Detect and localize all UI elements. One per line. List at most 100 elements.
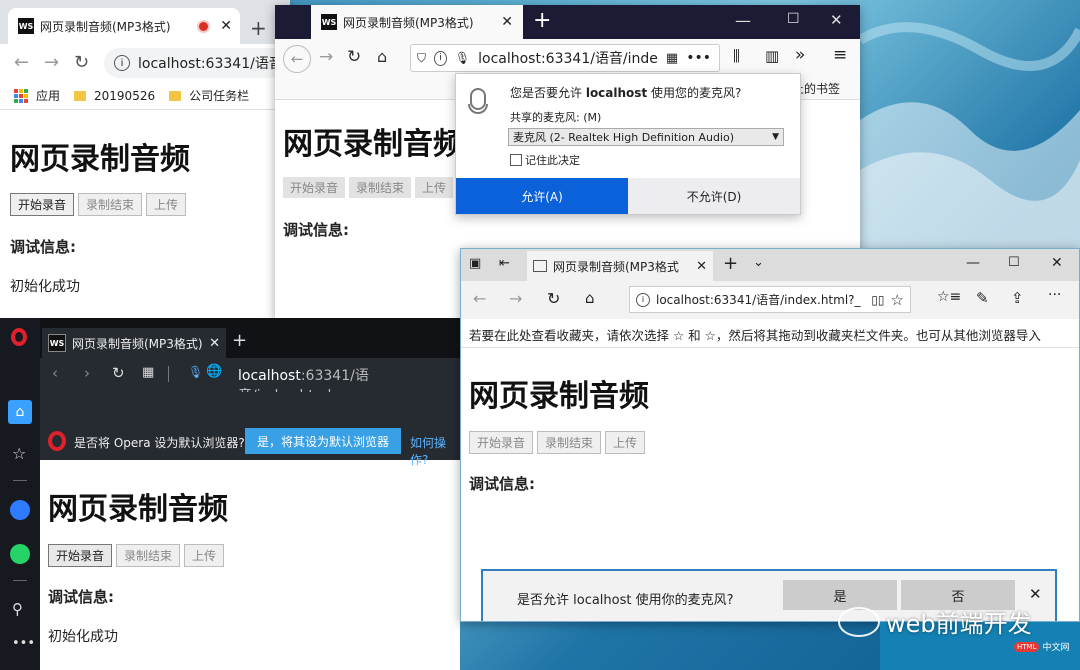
opera-default-bar: 是否将 Opera 设为默认浏览器? 是，将其设为默认浏览器 如何操作?	[40, 422, 460, 467]
home-icon[interactable]: ⌂	[585, 289, 595, 307]
edge-toolbar: ← → ↻ ⌂ i localhost:63341/语音/index.html?…	[461, 281, 1079, 319]
close-icon[interactable]: ✕	[220, 18, 232, 34]
end-record-button[interactable]: 录制结束	[349, 177, 412, 198]
reload-icon[interactable]: ↻	[347, 47, 361, 67]
chrome-page-title: 网页录制音频	[10, 142, 190, 177]
watermark: web前端开发	[838, 604, 1032, 639]
star-icon[interactable]: ☆	[12, 444, 26, 463]
chrome-url: localhost:63341/语音/	[138, 56, 288, 72]
opera-topstrip-dark	[40, 392, 460, 422]
apps-icon[interactable]	[14, 88, 28, 103]
reload-icon[interactable]: ↻	[74, 52, 89, 73]
info-icon[interactable]: i	[636, 292, 650, 307]
info-icon[interactable]: i	[114, 55, 130, 71]
end-record-button[interactable]: 录制结束	[116, 544, 181, 567]
bookmark-folder-2[interactable]: 公司任务栏	[189, 87, 249, 104]
back-icon[interactable]: ←	[473, 289, 486, 308]
grid-icon[interactable]: ▦	[142, 365, 154, 380]
back-icon[interactable]: ←	[283, 45, 311, 73]
webstorm-favicon: WS	[48, 334, 66, 352]
edge-button-row: 开始录音 录制结束 上传	[469, 431, 649, 454]
back-icon[interactable]: ←	[14, 52, 29, 73]
maximize-icon[interactable]: ☐	[787, 11, 800, 27]
close-icon[interactable]: ✕	[696, 259, 707, 274]
favorite-star-icon[interactable]: ☆	[891, 291, 904, 309]
upload-button[interactable]: 上传	[146, 193, 187, 216]
remember-checkbox[interactable]	[510, 154, 522, 166]
home-icon[interactable]: ⌂	[377, 47, 387, 66]
sidebar-icon[interactable]: ▥	[765, 47, 779, 65]
tabs-aside-icon[interactable]: ▣	[469, 256, 481, 271]
bookmark-apps[interactable]: 应用	[36, 87, 60, 104]
whatsapp-icon[interactable]	[10, 544, 30, 564]
bookmark-folder-1[interactable]: 20190526	[94, 89, 155, 103]
start-record-button[interactable]: 开始录音	[48, 544, 113, 567]
library-icon[interactable]: ⫼	[733, 47, 740, 65]
firefox-tab[interactable]: WS 网页录制音频(MP3格式) ✕	[311, 5, 523, 39]
close-icon[interactable]: ✕	[209, 336, 220, 351]
upload-button[interactable]: 上传	[605, 431, 646, 454]
opera-logo-icon[interactable]	[11, 328, 27, 346]
messenger-icon[interactable]	[10, 500, 30, 520]
end-record-button[interactable]: 录制结束	[537, 431, 602, 454]
chevron-down-icon[interactable]: ⌄	[753, 255, 764, 270]
maximize-icon[interactable]: ☐	[1008, 255, 1020, 270]
remember-checkbox-row[interactable]: 记住此决定	[510, 152, 580, 168]
qr-icon[interactable]: ▦	[666, 51, 678, 66]
menu-icon[interactable]: ≡	[833, 45, 847, 65]
chrome-address-bar[interactable]: i localhost:63341/语音/	[104, 48, 290, 78]
device-select[interactable]: 麦克风 (2- Realtek High Definition Audio) ▼	[508, 128, 784, 146]
close-icon[interactable]: ✕	[501, 14, 513, 30]
edge-url: localhost:63341/语音/index.html?_	[656, 293, 861, 307]
minimize-icon[interactable]: —	[966, 255, 980, 271]
reload-icon[interactable]: ↻	[547, 289, 560, 308]
more-icon[interactable]: •••	[686, 50, 711, 66]
globe-icon[interactable]: 🌐	[206, 364, 222, 379]
search-icon[interactable]: ⚲	[12, 600, 23, 618]
new-tab-icon[interactable]: +	[232, 330, 247, 351]
end-record-button[interactable]: 录制结束	[78, 193, 143, 216]
opera-tab[interactable]: WS 网页录制音频(MP3格式) ✕	[42, 328, 226, 358]
minimize-icon[interactable]: —	[735, 11, 751, 30]
new-tab-icon[interactable]: +	[723, 253, 738, 274]
home-icon[interactable]: ⌂	[8, 400, 32, 424]
forward-icon[interactable]: →	[319, 47, 333, 67]
deny-button[interactable]: 不允许(D)	[628, 178, 800, 214]
new-tab-icon[interactable]: +	[250, 16, 267, 40]
upload-button[interactable]: 上传	[184, 544, 225, 567]
start-record-button[interactable]: 开始录音	[283, 177, 346, 198]
how-to-link[interactable]: 如何操作?	[410, 434, 460, 468]
overflow-icon[interactable]: »	[795, 45, 805, 65]
forward-icon[interactable]: →	[509, 289, 522, 308]
firefox-address-bar[interactable]: ⛉ i 🎙 localhost:63341/语音/inde ▦ •••	[410, 44, 720, 72]
back-icon[interactable]: ‹	[52, 364, 58, 382]
microphone-icon[interactable]: 🎙	[455, 51, 470, 65]
tab-preview-icon[interactable]: ⇤	[499, 256, 510, 271]
edge-address-bar[interactable]: i localhost:63341/语音/index.html?_ ▯▯ ☆	[629, 286, 911, 313]
new-tab-icon[interactable]: +	[533, 8, 551, 33]
favorites-icon[interactable]: ☆≡	[937, 289, 961, 305]
opera-button-row: 开始录音 录制结束 上传	[48, 544, 228, 567]
upload-button[interactable]: 上传	[415, 177, 454, 198]
allow-button[interactable]: 允许(A)	[456, 178, 628, 214]
forward-icon[interactable]: ›	[84, 364, 90, 382]
share-icon[interactable]: ⇪	[1011, 289, 1024, 307]
more-icon[interactable]: •••	[12, 636, 35, 651]
reload-icon[interactable]: ↻	[112, 364, 125, 382]
set-default-button[interactable]: 是，将其设为默认浏览器	[245, 428, 401, 454]
pen-icon[interactable]: ✎	[976, 289, 989, 307]
start-record-button[interactable]: 开始录音	[469, 431, 534, 454]
shield-icon[interactable]: ⛉	[417, 51, 426, 66]
edge-tab-title: 网页录制音频(MP3格式	[553, 259, 679, 274]
more-icon[interactable]: ···	[1048, 287, 1061, 303]
close-window-icon[interactable]: ✕	[1051, 255, 1063, 271]
start-record-button[interactable]: 开始录音	[10, 193, 75, 216]
close-icon[interactable]: ✕	[1029, 585, 1042, 603]
close-window-icon[interactable]: ✕	[830, 11, 843, 29]
edge-tab[interactable]: 网页录制音频(MP3格式 ✕	[527, 251, 713, 281]
forward-icon[interactable]: →	[44, 52, 59, 73]
info-icon[interactable]: i	[434, 50, 447, 66]
microphone-icon[interactable]: 🎙	[188, 365, 203, 379]
chrome-tab[interactable]: WS 网页录制音频(MP3格式) ✕	[8, 8, 240, 44]
reading-view-icon[interactable]: ▯▯	[871, 293, 884, 307]
